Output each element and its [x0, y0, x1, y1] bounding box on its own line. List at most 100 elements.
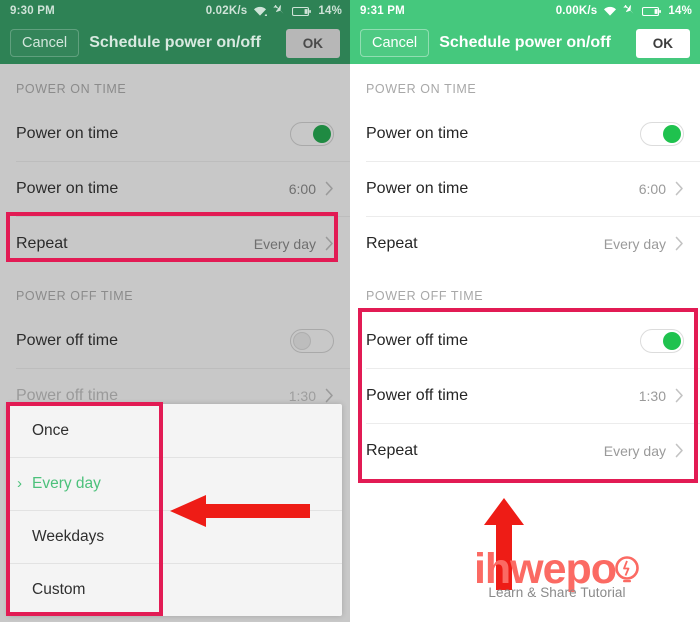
status-bar-left: 9:30 PM 0.02K/s 14%	[0, 0, 350, 22]
chevron-right-icon	[675, 236, 684, 251]
status-bar-right: 9:31 PM 0.00K/s 14%	[350, 0, 700, 22]
row-repeat-power-on[interactable]: Repeat Every day	[0, 216, 350, 271]
section-header-power-off: POWER OFF TIME	[16, 289, 134, 303]
row-control: Every day	[254, 236, 334, 252]
row-label: Repeat	[366, 234, 418, 252]
watermark-tagline: Learn & Share Tutorial	[488, 585, 626, 600]
row-repeat-power-on[interactable]: Repeat Every day	[350, 216, 700, 271]
section-header-power-on: POWER ON TIME	[366, 82, 477, 96]
row-label: Power off time	[366, 386, 468, 404]
row-control: 6:00	[289, 181, 334, 197]
row-label: Repeat	[16, 234, 68, 252]
selected-chevron-icon: ›	[17, 475, 22, 492]
power-on-time-toggle[interactable]	[640, 121, 684, 146]
row-control	[290, 328, 334, 353]
lightbulb-icon	[614, 555, 640, 585]
watermark-brand-row: ihwepo	[422, 548, 692, 591]
row-power-off-time[interactable]: Power off time 1:30	[350, 368, 700, 423]
up-arrow-annotation	[482, 498, 526, 595]
network-speed-label: 0.00K/s	[555, 5, 598, 17]
row-power-off-toggle[interactable]: Power off time	[350, 313, 700, 368]
row-label: Power on time	[366, 179, 469, 197]
row-control: Every day	[604, 443, 684, 459]
row-control	[640, 328, 684, 353]
battery-icon	[292, 6, 312, 17]
row-power-on-time[interactable]: Power on time 6:00	[0, 161, 350, 216]
power-off-time-toggle[interactable]	[290, 328, 334, 353]
cancel-button[interactable]: Cancel	[10, 29, 80, 57]
chevron-right-icon	[325, 388, 334, 403]
toggle-knob	[663, 124, 681, 143]
row-value: Every day	[603, 442, 666, 459]
row-label: Repeat	[366, 441, 418, 459]
network-speed-label: 0.02K/s	[205, 5, 248, 17]
toolbar-right: Cancel Schedule power on/off OK	[350, 22, 700, 64]
power-on-time-toggle[interactable]	[290, 121, 334, 146]
ok-button[interactable]: OK	[285, 28, 340, 58]
phone-screen-right: 9:31 PM 0.00K/s 14% Cancel Schedule powe…	[350, 0, 700, 622]
watermark: ihwepo Learn & Share Tutorial	[422, 548, 692, 600]
repeat-option-weekdays[interactable]: Weekdays	[8, 510, 342, 563]
wifi-icon	[603, 6, 617, 17]
cancel-button[interactable]: Cancel	[360, 29, 430, 57]
status-indicators: 0.00K/s 14%	[556, 5, 692, 17]
row-control: 1:30	[289, 388, 334, 404]
row-label: Power on time	[366, 124, 469, 142]
row-value: 1:30	[288, 387, 316, 404]
watermark-brand: ihwepo	[473, 545, 617, 593]
chevron-right-icon	[675, 181, 684, 196]
row-control: Every day	[604, 236, 684, 252]
row-value: Every day	[603, 235, 666, 252]
toggle-knob	[663, 331, 681, 350]
settings-list-left: POWER ON TIME Power on time Power on tim…	[0, 64, 350, 423]
toggle-knob	[313, 124, 331, 143]
battery-level-label: 14%	[318, 5, 342, 17]
chevron-right-icon	[675, 443, 684, 458]
repeat-option-every-day[interactable]: › Every day	[8, 457, 342, 510]
toolbar-left: Cancel Schedule power on/off OK	[0, 22, 350, 64]
toggle-knob	[293, 331, 311, 350]
row-value: 1:30	[638, 387, 666, 404]
row-power-on-toggle[interactable]: Power on time	[0, 106, 350, 161]
phone-screen-left: 9:30 PM 0.02K/s 14% Cancel Schedule powe…	[0, 0, 350, 622]
row-label: Power off time	[366, 331, 468, 349]
row-label: Power on time	[16, 124, 119, 142]
row-control: 6:00	[639, 181, 684, 197]
status-clock: 9:31 PM	[360, 5, 405, 17]
option-label: Custom	[32, 580, 86, 598]
row-power-on-toggle[interactable]: Power on time	[350, 106, 700, 161]
section-header-power-on: POWER ON TIME	[16, 82, 127, 96]
battery-icon	[642, 6, 662, 17]
row-value: 6:00	[638, 180, 666, 197]
ok-button[interactable]: OK	[635, 28, 690, 58]
row-label: Power off time	[16, 386, 118, 404]
screenshot-root: 9:30 PM 0.02K/s 14% Cancel Schedule powe…	[0, 0, 700, 622]
repeat-option-once[interactable]: Once	[8, 404, 342, 457]
row-control	[640, 121, 684, 146]
repeat-options-sheet: Once › Every day Weekdays Custom	[8, 404, 342, 616]
row-control: 1:30	[639, 388, 684, 404]
row-value: Every day	[253, 235, 316, 252]
row-value: 6:00	[288, 180, 316, 197]
row-power-off-toggle[interactable]: Power off time	[0, 313, 350, 368]
power-off-time-toggle[interactable]	[640, 328, 684, 353]
airplane-mode-icon	[623, 5, 636, 17]
row-repeat-power-off[interactable]: Repeat Every day	[350, 423, 700, 478]
chevron-right-icon	[675, 388, 684, 403]
chevron-right-icon	[325, 236, 334, 251]
chevron-right-icon	[325, 181, 334, 196]
option-label: Weekdays	[32, 527, 105, 545]
wifi-icon	[253, 6, 268, 17]
row-control	[290, 121, 334, 146]
battery-level-label: 14%	[668, 5, 692, 17]
option-label: Every day	[32, 474, 101, 492]
row-label: Power on time	[16, 179, 119, 197]
status-indicators: 0.02K/s 14%	[206, 5, 342, 17]
row-power-on-time[interactable]: Power on time 6:00	[350, 161, 700, 216]
status-clock: 9:30 PM	[10, 5, 55, 17]
settings-list-right: POWER ON TIME Power on time Power on tim…	[350, 64, 700, 478]
repeat-option-custom[interactable]: Custom	[8, 563, 342, 616]
airplane-mode-icon	[273, 5, 286, 17]
option-label: Once	[32, 421, 70, 439]
row-label: Power off time	[16, 331, 118, 349]
